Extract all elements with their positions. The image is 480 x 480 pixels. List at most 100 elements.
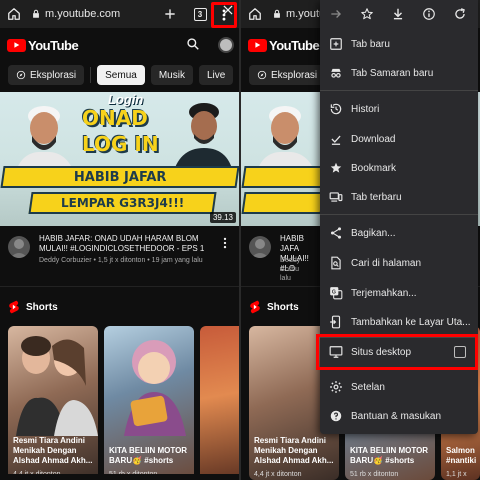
menu-item-download[interactable]: Download [320,126,478,152]
star-icon [328,160,344,176]
translate-icon: G [328,285,344,301]
new-tab-icon[interactable] [160,4,180,24]
search-icon[interactable] [186,37,200,56]
short-card[interactable]: KITA BELIIN MOTOR BARU🥳 #shorts 51 rb x … [104,326,194,480]
short-title: KITA BELIIN MOTOR BARU🥳 #shorts [350,446,429,465]
compass-icon [257,70,267,80]
menu-item-translate[interactable]: G Terjemahkan... [320,280,478,306]
new-tab-icon [328,36,344,52]
thumb-band-2: LEMPAR G3R3J4!!! [28,192,217,214]
menu-item-incognito[interactable]: Tab Samaran baru [320,60,478,86]
short-card[interactable] [200,326,239,480]
video-meta-channel: Deddy Corbu [280,257,301,273]
video-more-icon[interactable] [222,236,228,255]
short-title: Salmon #nantiki [446,446,477,465]
left-screen: m.youtube.com 3 YouTube Eksplorasi Semua [0,0,239,480]
help-icon [328,408,344,424]
youtube-logo[interactable]: YouTube [7,37,79,53]
menu-item-label: Download [351,133,396,145]
video-meta-age: lalu [280,275,291,282]
home-icon[interactable] [245,4,265,24]
incognito-icon [328,65,344,81]
home-icon[interactable] [4,4,24,24]
short-people-illustration [16,336,98,436]
forward-icon[interactable] [326,4,346,24]
find-in-page-icon [328,255,344,271]
menu-item-history[interactable]: Histori [320,96,478,122]
chip-label: Eksplorasi [271,69,318,81]
chip-live[interactable]: Live [198,65,234,85]
channel-avatar[interactable] [249,236,271,258]
lock-icon [30,8,42,20]
menu-divider [320,90,478,91]
short-views: 4,4 jt x ditonton [254,471,302,478]
highlight-box-desktop-site [316,334,478,370]
thumb-title-line1: ONAD [82,106,148,130]
shorts-header: Shorts [0,296,239,318]
chip-musik[interactable]: Musik [150,65,193,85]
bookmark-star-icon[interactable] [357,4,377,24]
thumb-title-line2: LOG IN [82,132,159,156]
video-meta: Deddy Corbu lalu [280,256,320,283]
menu-item-label: Bantuan & masukan [351,410,442,422]
menu-item-find-in-page[interactable]: Cari di halaman [320,250,478,276]
youtube-header: YouTube [0,28,239,62]
settings-icon [328,379,344,395]
thumb-band-2-text: LEMPAR G3R3J4!!! [60,196,185,210]
chip-semua[interactable]: Semua [97,65,145,85]
menu-item-label: Tab baru [351,38,390,50]
video-duration: 39.13 [209,212,236,223]
compass-icon [16,70,26,80]
menu-item-label: Setelan [351,381,385,393]
recent-tabs-icon [328,189,344,205]
system-nav-bar [0,474,239,480]
video-info[interactable]: HABIB JAFAR: ONAD UDAH HARAM BLOM MULAI!… [0,226,239,286]
thumb-login-text: Login [108,92,144,107]
youtube-logo[interactable]: YouTube [248,37,320,53]
menu-item-label: Tab Samaran baru [351,67,434,79]
menu-item-help[interactable]: Bantuan & masukan [320,403,478,429]
youtube-wordmark: YouTube [269,37,320,53]
menu-item-bookmark[interactable]: Bookmark [320,155,478,181]
download-done-icon [328,131,344,147]
youtube-wordmark: YouTube [28,37,79,53]
close-icon[interactable] [221,3,235,22]
tab-switcher-button[interactable]: 3 [190,4,210,24]
share-icon [328,225,344,241]
browser-toolbar: m.youtube.com 3 [0,0,239,28]
menu-item-recent-tabs[interactable]: Tab terbaru [320,184,478,210]
menu-item-share[interactable]: Bagikan... [320,220,478,246]
youtube-play-icon [7,38,26,52]
menu-item-label: Terjemahkan... [351,287,417,299]
short-title: Resmi Tiara Andini Menikah Dengan Alshad… [254,436,334,465]
section-divider [0,286,239,294]
channel-avatar[interactable] [8,236,30,258]
shorts-icon [250,300,260,314]
tab-count: 3 [193,7,207,21]
url-text: m.youtube.com [45,8,121,20]
video-title[interactable]: HABIB JAFAR: ONAD UDAH HARAM BLOM MULAI!… [39,234,219,254]
reload-icon[interactable] [450,4,470,24]
shorts-icon [9,300,19,314]
account-avatar[interactable] [218,37,234,53]
thumb-band-1: HABIB JAFAR [0,166,239,188]
short-title: Resmi Tiara Andini Menikah Dengan Alshad… [13,436,93,465]
thumb-band-2 [241,192,325,214]
menu-item-settings[interactable]: Setelan [320,374,478,400]
chip-eksplorasi[interactable]: Eksplorasi [8,65,85,85]
download-icon[interactable] [388,4,408,24]
chip-label: Eksplorasi [30,69,77,81]
short-thumbnail [200,326,239,480]
address-bar[interactable]: m.youtube.com [30,4,120,24]
menu-item-add-to-home[interactable]: Tambahkan ke Layar Uta... [320,309,478,335]
info-icon[interactable] [419,4,439,24]
menu-item-new-tab[interactable]: Tab baru [320,31,478,57]
menu-item-label: Bagikan... [351,227,396,239]
chip-divider [90,67,92,83]
menu-item-label: Cari di halaman [351,257,422,269]
add-to-home-icon [328,314,344,330]
youtube-play-icon [248,38,267,52]
video-thumbnail[interactable]: Login ONAD LOG IN HABIB JAFAR LEMPAR G3R… [0,92,239,226]
short-card[interactable]: Resmi Tiara Andini Menikah Dengan Alshad… [8,326,98,480]
chip-eksplorasi[interactable]: Eksplorasi [249,65,326,85]
